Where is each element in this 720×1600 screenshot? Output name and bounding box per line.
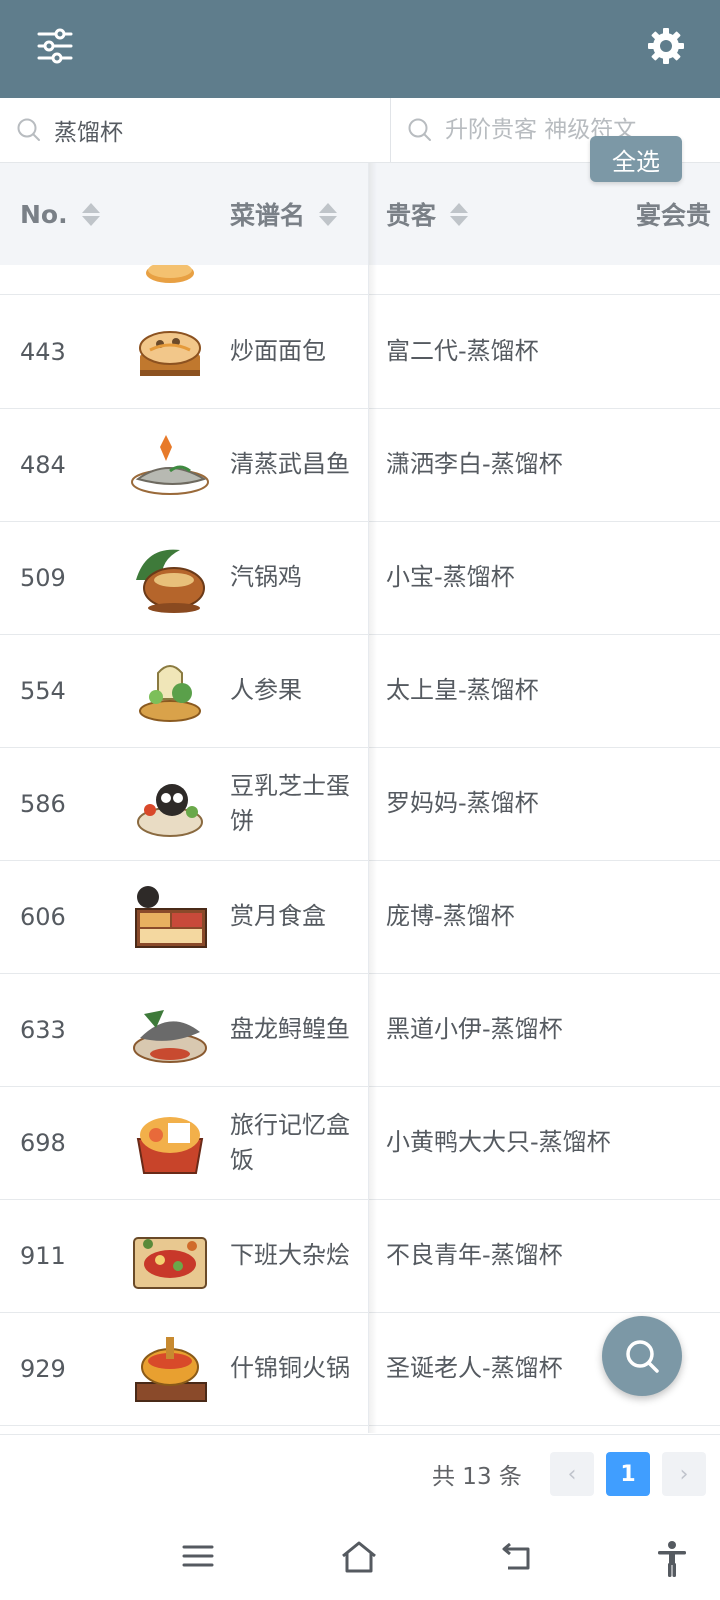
dish-image — [136, 549, 205, 613]
recipe-name: 赏月食盒 — [230, 902, 326, 930]
row-number: 606 — [20, 902, 66, 931]
row-number: 929 — [20, 1354, 66, 1383]
row-number: 911 — [20, 1241, 66, 1270]
guest-name: 小宝-蒸馏杯 — [386, 563, 515, 591]
sort-icon[interactable] — [81, 202, 100, 226]
table-row[interactable]: 586 豆乳芝士蛋饼 罗妈妈-蒸馏杯 — [0, 747, 720, 861]
prev-page-button[interactable]: ‹ — [550, 1452, 594, 1496]
column-header-guest[interactable]: 贵客 — [386, 163, 469, 265]
recipe-name: 下班大杂烩 — [230, 1241, 350, 1269]
sort-icon[interactable] — [450, 202, 469, 226]
row-number: 586 — [20, 789, 66, 818]
recipe-name: 什锦铜火锅 — [230, 1354, 350, 1382]
guest-name: 罗妈妈-蒸馏杯 — [386, 789, 539, 817]
table-row[interactable]: 443 炒面面包 富二代-蒸馏杯 — [0, 295, 720, 409]
select-all-button[interactable]: 全选 — [590, 136, 682, 182]
guest-name: 圣诞老人-蒸馏杯 — [386, 1354, 563, 1382]
table-row[interactable]: 484 清蒸武昌鱼 潇洒李白-蒸馏杯 — [0, 408, 720, 522]
next-page-button[interactable]: › — [662, 1452, 706, 1496]
column-header-no-label: No. — [20, 199, 68, 229]
sort-icon[interactable] — [319, 202, 338, 226]
accessibility-icon[interactable] — [656, 1540, 688, 1582]
row-number: 443 — [20, 337, 66, 366]
pagination: 共 13 条 ‹ 1 › — [0, 1434, 720, 1525]
guest-name: 庞博-蒸馏杯 — [386, 902, 515, 930]
row-number: 554 — [20, 676, 66, 705]
recipe-name: 豆乳芝士蛋饼 — [230, 771, 350, 835]
guest-name: 不良青年-蒸馏杯 — [386, 1241, 563, 1269]
column-header-banquet-label: 宴会贵 — [636, 201, 712, 230]
search-icon — [626, 1340, 659, 1373]
top-app-bar — [0, 0, 720, 98]
dish-image — [146, 265, 194, 283]
system-nav-bar — [0, 1524, 720, 1600]
row-number: 484 — [20, 450, 66, 479]
column-header-guest-label: 贵客 — [386, 201, 437, 230]
recipe-name: 旅行记忆盒饭 — [230, 1110, 350, 1174]
total-count: 共 13 条 — [432, 1464, 522, 1490]
table-row[interactable]: 554 人参果 太上皇-蒸馏杯 — [0, 634, 720, 748]
dish-image — [136, 1117, 204, 1174]
recipe-name: 人参果 — [230, 676, 302, 704]
row-number: 698 — [20, 1128, 66, 1157]
dish-image — [135, 1337, 207, 1402]
column-header-no[interactable]: No. — [20, 163, 100, 265]
sliders-icon[interactable] — [36, 27, 74, 65]
column-header-name[interactable]: 菜谱名 — [230, 163, 338, 265]
table-row[interactable]: 606 赏月食盒 庞博-蒸馏杯 — [0, 860, 720, 974]
column-header-name-label: 菜谱名 — [230, 201, 306, 230]
back-icon[interactable] — [500, 1540, 534, 1578]
table-row[interactable]: 509 汽锅鸡 小宝-蒸馏杯 — [0, 521, 720, 635]
guest-name: 潇洒李白-蒸馏杯 — [386, 450, 563, 478]
gear-icon[interactable] — [645, 25, 687, 67]
guest-name: 小黄鸭大大只-蒸馏杯 — [386, 1128, 611, 1156]
recipe-search-input[interactable] — [54, 117, 334, 143]
current-page[interactable]: 1 — [606, 1452, 650, 1496]
dish-image — [133, 1010, 207, 1063]
dish-image — [139, 665, 201, 722]
recipe-name: 清蒸武昌鱼 — [230, 450, 350, 478]
table-row[interactable] — [0, 265, 720, 295]
recipe-name: 盘龙鲟鳇鱼 — [230, 1015, 350, 1043]
dish-image — [139, 331, 201, 376]
floating-search-button[interactable] — [602, 1316, 682, 1396]
search-icon — [408, 118, 431, 141]
home-icon[interactable] — [340, 1540, 378, 1578]
recipe-name: 炒面面包 — [230, 337, 326, 365]
search-icon — [17, 118, 40, 141]
row-number: 509 — [20, 563, 66, 592]
dish-image — [137, 784, 203, 837]
menu-icon[interactable] — [182, 1540, 214, 1576]
guest-name: 黑道小伊-蒸馏杯 — [386, 1015, 563, 1043]
fixed-column-shadow — [369, 163, 377, 1433]
recipe-name: 汽锅鸡 — [230, 563, 302, 591]
dish-image — [133, 1237, 207, 1289]
guest-name: 太上皇-蒸馏杯 — [386, 676, 539, 704]
recipe-search — [0, 98, 391, 162]
dish-image — [131, 435, 209, 495]
dish-image — [135, 886, 207, 948]
table-row[interactable]: 698 旅行记忆盒饭 小黄鸭大大只-蒸馏杯 — [0, 1086, 720, 1200]
table-row[interactable]: 633 盘龙鲟鳇鱼 黑道小伊-蒸馏杯 — [0, 973, 720, 1087]
table-row[interactable]: 911 下班大杂烩 不良青年-蒸馏杯 — [0, 1199, 720, 1313]
guest-name: 富二代-蒸馏杯 — [386, 337, 539, 365]
row-number: 633 — [20, 1015, 66, 1044]
